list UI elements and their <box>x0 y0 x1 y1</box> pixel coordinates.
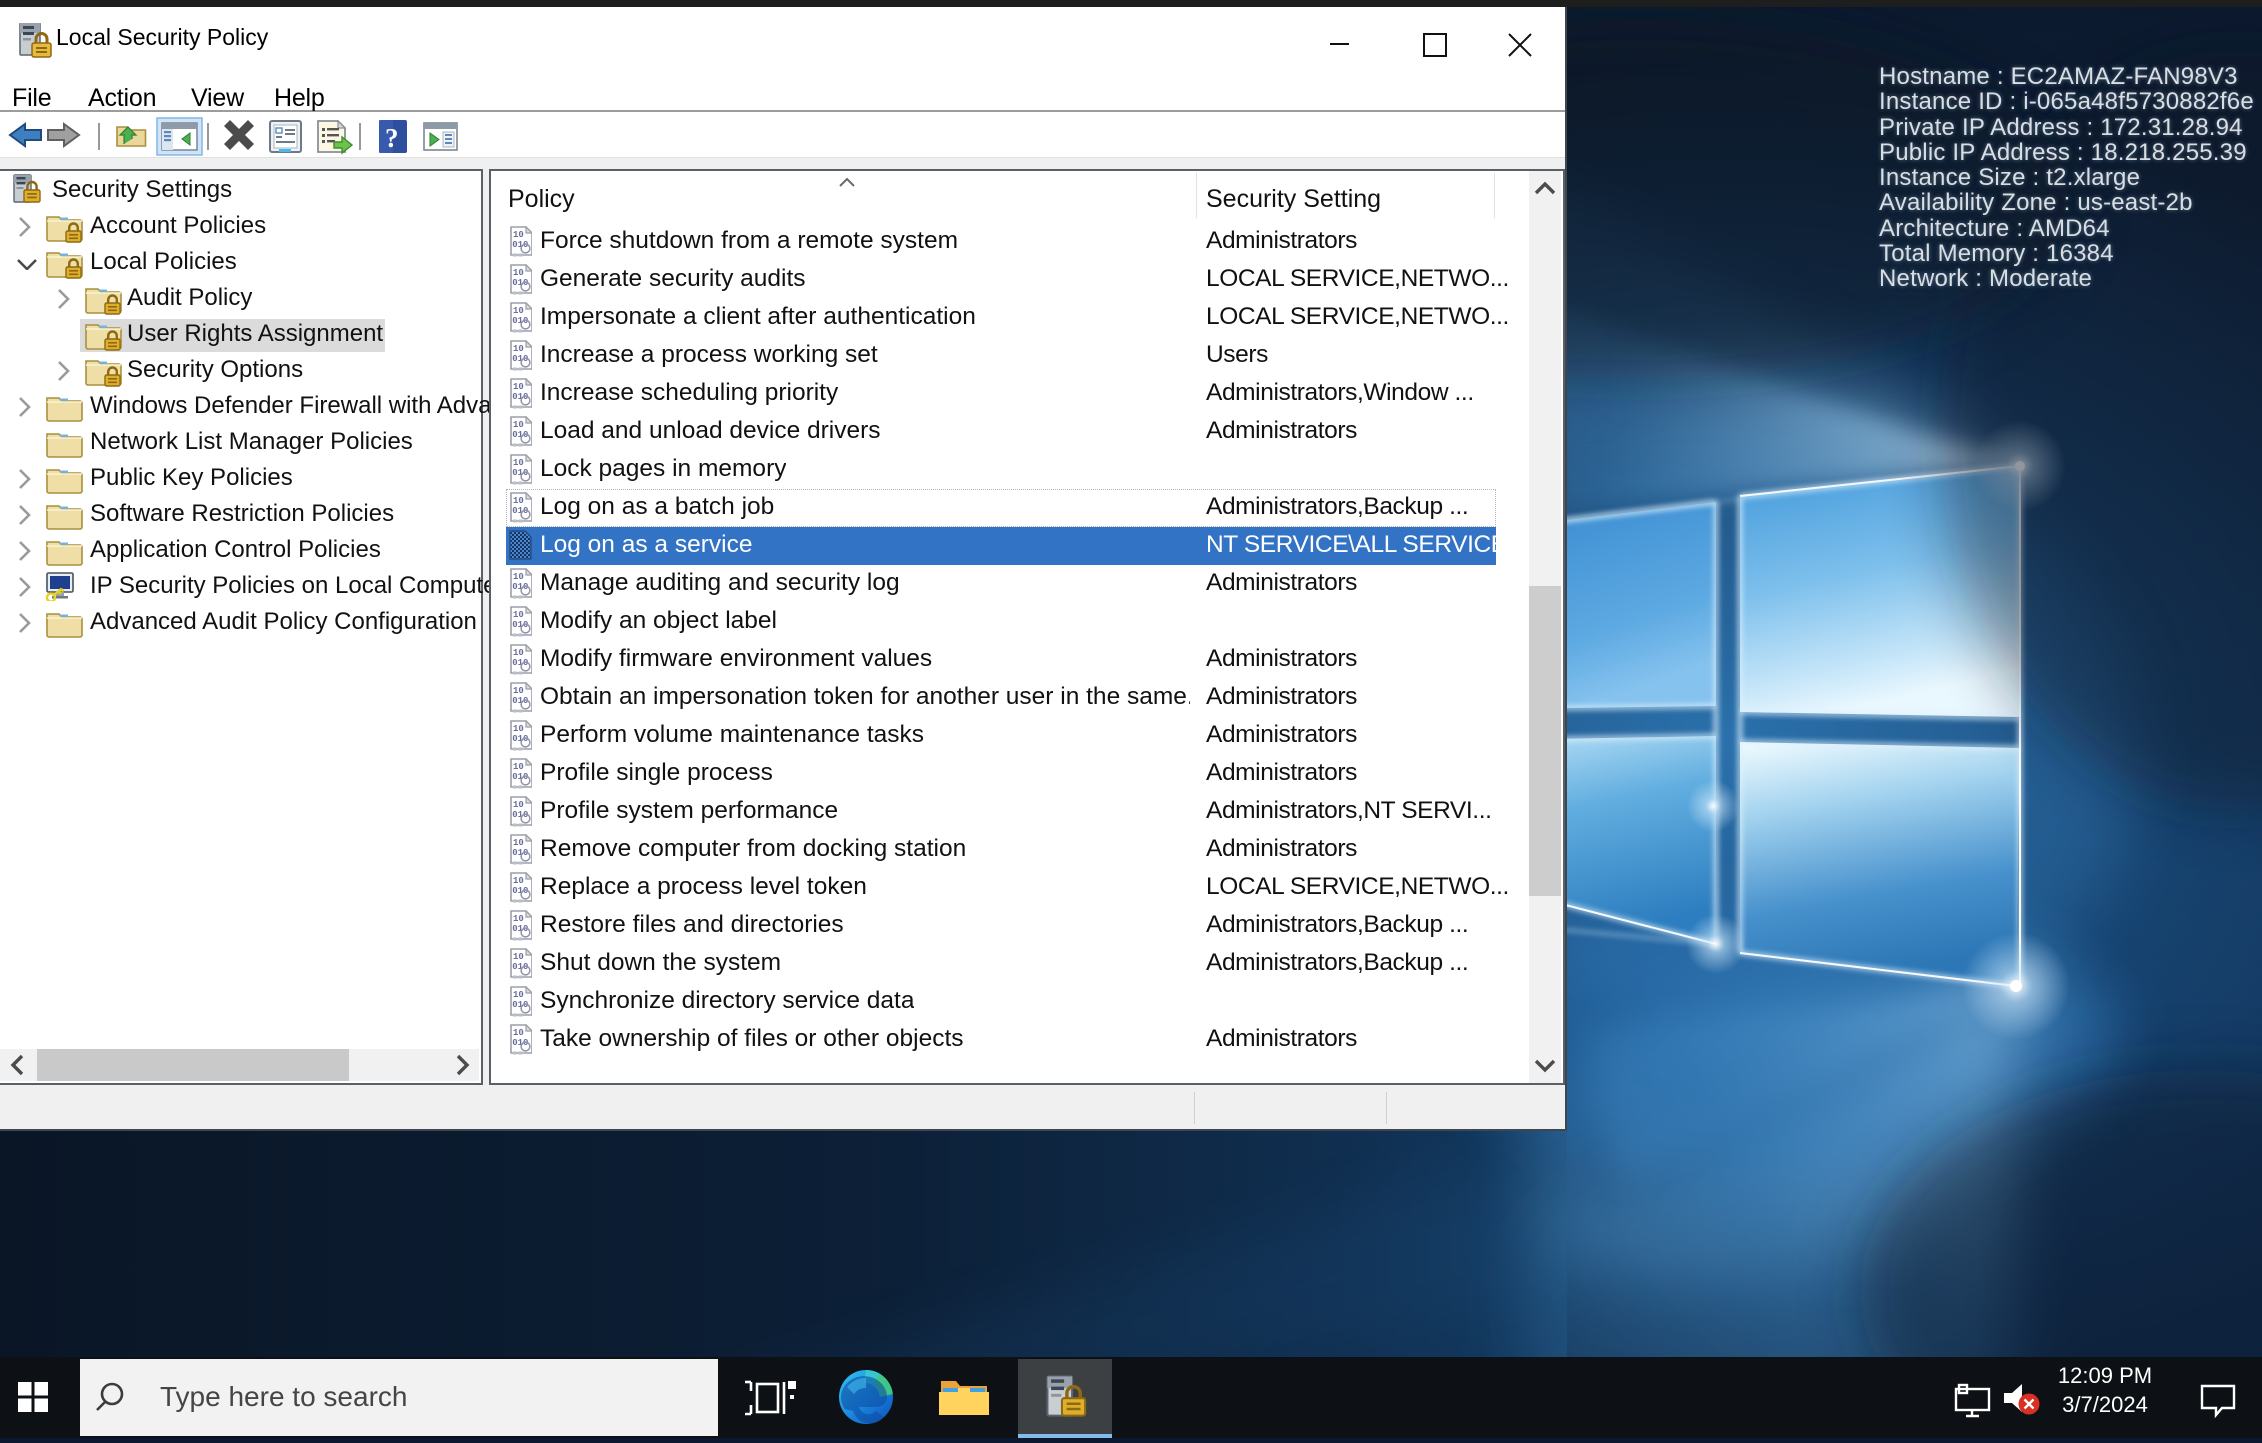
svg-text:?: ? <box>385 123 399 153</box>
